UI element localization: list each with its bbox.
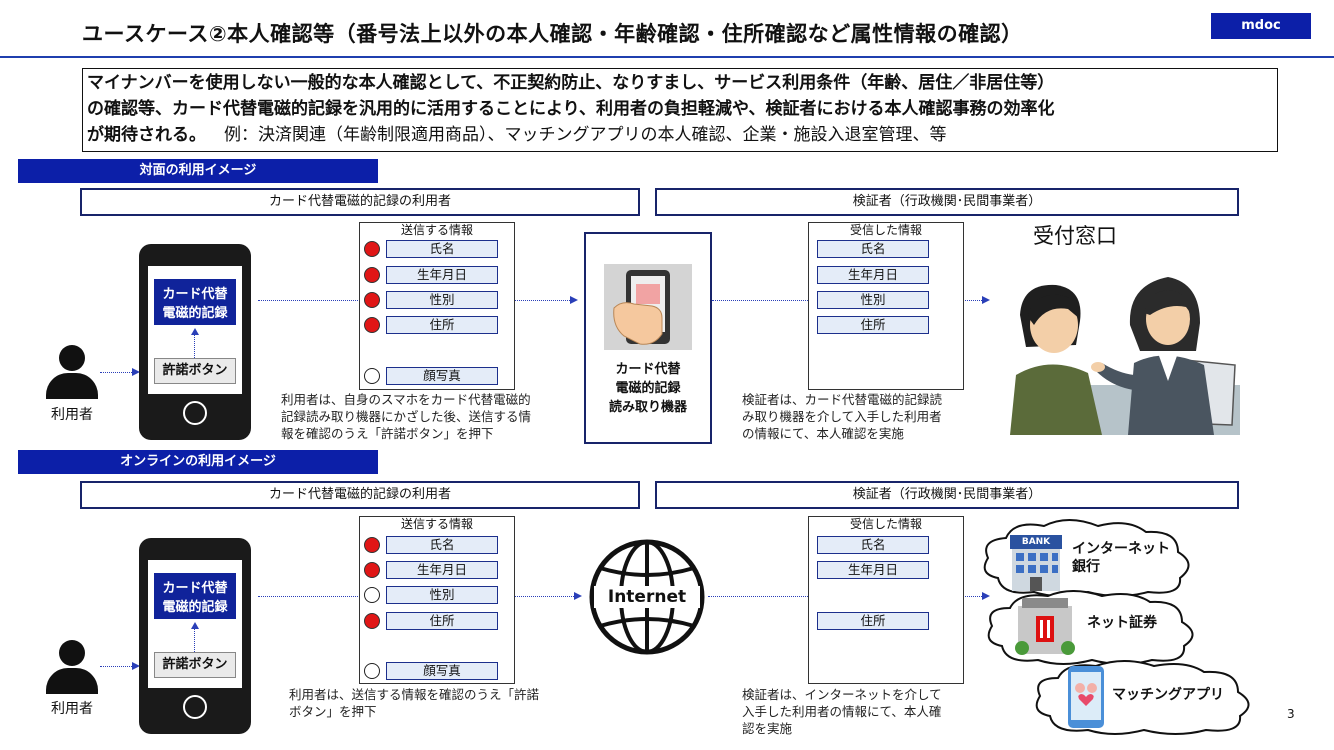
internet-label: Internet (607, 587, 687, 607)
send-field-online: 氏名 (386, 536, 498, 554)
up-arrow-icon (191, 622, 199, 629)
smartphone-online: カード代替 電磁的記録 許諾ボタン (139, 538, 251, 734)
up-arrow-icon (191, 328, 199, 335)
consent-button-face[interactable]: 許諾ボタン (154, 358, 236, 384)
user-label-online: 利用者 (51, 701, 93, 717)
reader-device-icon (604, 264, 692, 350)
internet-globe-icon: Internet (588, 538, 706, 656)
role-box-user-face: カード代替電磁的記録の利用者 (80, 188, 640, 216)
recv-field-face: 性別 (817, 291, 929, 309)
send-field-face: 氏名 (386, 240, 498, 258)
recv-field-face: 氏名 (817, 240, 929, 258)
user-description-online: 利用者は、送信する情報を確認のうえ「許諾 ボタン」を押下 (289, 687, 540, 719)
page-title: ユースケース②本人確認等（番号法上以外の本人確認・年齢確認・住所確認など属性情報… (82, 22, 1023, 46)
send-field-face: 顔写真 (386, 367, 498, 385)
send-field-face: 生年月日 (386, 266, 498, 284)
dot-online-4[interactable] (364, 663, 380, 679)
user-person-icon-face (44, 345, 100, 401)
user-person-icon-online (44, 640, 100, 696)
user-description-face: 利用者は、自身のスマホをカード代替電磁的 記録読み取り機器にかざした後、送信する… (281, 392, 532, 441)
summary-line-2: の確認等、カード代替電磁的記録を汎用的に活用することにより、利用者の負担軽減や、… (87, 99, 1055, 119)
summary-line-3: が期待される。 (87, 125, 206, 145)
recv-field-online: 住所 (817, 612, 929, 630)
arrow-icon (570, 296, 578, 304)
digital-record-face: カード代替 電磁的記録 (154, 279, 236, 325)
dot-face-3[interactable] (364, 317, 380, 333)
recv-field-online: 生年月日 (817, 561, 929, 579)
send-info-panel-online: 送信する情報 氏名 生年月日 性別 住所 顔写真 (359, 516, 515, 684)
reception-desk-illustration (1010, 255, 1240, 435)
title-divider (0, 56, 1334, 58)
verifier-description-face: 検証者は、カード代替電磁的記録読 み取り機器を介して入手した利用者 の情報にて、… (742, 392, 943, 441)
smartphone-face: カード代替 電磁的記録 許諾ボタン (139, 244, 251, 440)
send-field-online: 顔写真 (386, 662, 498, 680)
digital-record-online: カード代替 電磁的記録 (154, 573, 236, 619)
recv-field-face: 生年月日 (817, 266, 929, 284)
dot-face-4[interactable] (364, 368, 380, 384)
role-box-verifier-online: 検証者（行政機関･民間事業者） (655, 481, 1239, 509)
dot-face-0[interactable] (364, 241, 380, 257)
home-button-icon (183, 695, 207, 719)
recv-field-online: 氏名 (817, 536, 929, 554)
recv-field-face: 住所 (817, 316, 929, 334)
consent-button-online[interactable]: 許諾ボタン (154, 652, 236, 678)
service-matching-app: マッチングアプリ (1112, 687, 1224, 703)
summary-example: 例：決済関連（年齢制限適用商品）、マッチングアプリの本人確認、企業・施設入退室管… (224, 125, 947, 145)
dot-online-3[interactable] (364, 613, 380, 629)
service-internet-bank: インターネット 銀行 (1072, 541, 1170, 575)
dot-face-2[interactable] (364, 292, 380, 308)
role-box-verifier-face: 検証者（行政機関･民間事業者） (655, 188, 1239, 216)
bank-sign: BANK (1021, 537, 1051, 547)
reception-label: 受付窓口 (1033, 224, 1117, 248)
send-field-face: 性別 (386, 291, 498, 309)
matching-app-phone-icon (1068, 666, 1104, 728)
section-label-online: オンラインの利用イメージ (18, 450, 378, 474)
user-label-face: 利用者 (51, 407, 93, 423)
card-reader-device: カード代替 電磁的記録 読み取り機器 (584, 232, 712, 444)
securities-building-icon (1015, 598, 1075, 655)
arrow-icon (982, 296, 990, 304)
dot-face-1[interactable] (364, 267, 380, 283)
dot-online-2[interactable] (364, 587, 380, 603)
section-label-face: 対面の利用イメージ (18, 159, 378, 183)
summary-box: マイナンバーを使用しない一般的な本人確認として、不正契約防止、なりすまし、サービ… (82, 68, 1278, 152)
send-info-panel-face: 送信する情報 氏名 生年月日 性別 住所 顔写真 (359, 222, 515, 390)
recv-info-panel-online: 受信した情報 氏名 生年月日 住所 (808, 516, 964, 684)
send-field-online: 性別 (386, 586, 498, 604)
recv-info-panel-face: 受信した情報 氏名 生年月日 性別 住所 (808, 222, 964, 390)
summary-line-1: マイナンバーを使用しない一般的な本人確認として、不正契約防止、なりすまし、サービ… (87, 73, 1055, 93)
mdoc-logo: mdoc (1211, 13, 1311, 39)
send-field-online: 生年月日 (386, 561, 498, 579)
send-field-face: 住所 (386, 316, 498, 334)
service-net-securities: ネット証券 (1087, 615, 1157, 631)
home-button-icon (183, 401, 207, 425)
send-field-online: 住所 (386, 612, 498, 630)
role-box-user-online: カード代替電磁的記録の利用者 (80, 481, 640, 509)
arrow-icon (574, 592, 582, 600)
dot-online-0[interactable] (364, 537, 380, 553)
page-number: 3 (1287, 707, 1295, 721)
dot-online-1[interactable] (364, 562, 380, 578)
verifier-description-online: 検証者は、インターネットを介して 入手した利用者の情報にて、本人確 認を実施 (742, 687, 942, 736)
